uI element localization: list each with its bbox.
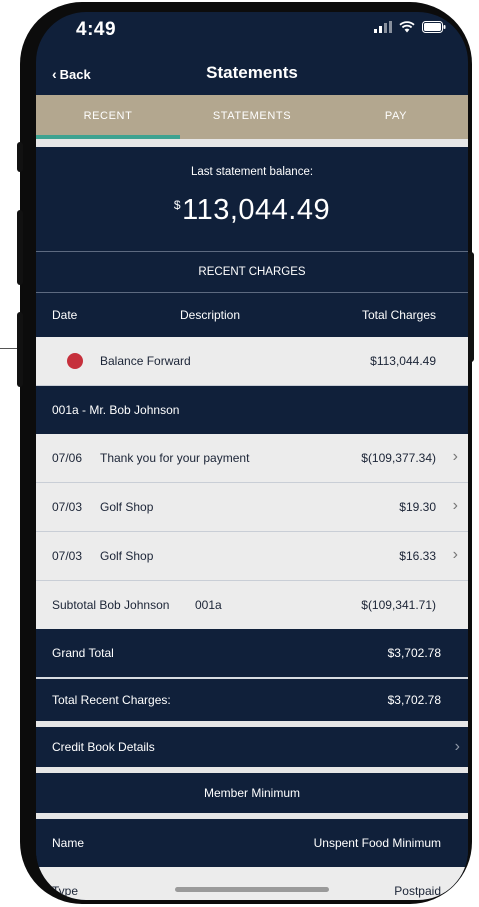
row-amount: $(109,377.34) bbox=[361, 451, 436, 465]
chevron-right-icon: › bbox=[452, 497, 458, 514]
nav-bar: ‹ Back Statements bbox=[36, 56, 468, 94]
total-recent-row: Total Recent Charges: $3,702.78 bbox=[36, 679, 468, 721]
credit-book-row[interactable]: Credit Book Details › bbox=[36, 727, 468, 767]
row-date: 07/06 bbox=[52, 451, 83, 465]
balance-value: 113,044.49 bbox=[182, 194, 331, 226]
wifi-icon bbox=[399, 21, 415, 33]
balance-label: Last statement balance: bbox=[190, 166, 314, 178]
subtotal-label: Subtotal Bob Johnson bbox=[52, 598, 170, 612]
column-description: Description bbox=[180, 308, 241, 322]
member-minimum-type-row: Type Postpaid bbox=[36, 867, 468, 900]
screen: 4:49 ‹ Back Statements RECENT STATEMENTS… bbox=[36, 12, 468, 900]
grand-total-amount: $3,702.78 bbox=[387, 646, 441, 660]
chevron-right-icon: › bbox=[452, 448, 458, 465]
home-indicator[interactable] bbox=[175, 887, 329, 892]
member-minimum-name-row: Name Unspent Food Minimum bbox=[36, 819, 468, 867]
chevron-right-icon: › bbox=[454, 738, 460, 755]
side-button-volume-down bbox=[17, 312, 23, 387]
table-header: Date Description Total Charges bbox=[36, 293, 468, 337]
name-key: Name bbox=[52, 836, 85, 850]
status-icons bbox=[374, 21, 446, 33]
balance-amount: $113,044.49 bbox=[36, 194, 468, 227]
subtotal-amount: $(109,341.71) bbox=[361, 598, 436, 612]
side-button-volume-up bbox=[17, 210, 23, 285]
row-description: Golf Shop bbox=[100, 500, 154, 514]
recent-charges-title: RECENT CHARGES bbox=[36, 252, 468, 292]
table-row[interactable]: 07/03 Golf Shop $19.30 › bbox=[36, 483, 468, 532]
type-value: Postpaid bbox=[394, 884, 441, 898]
balance-forward-amount: $113,044.49 bbox=[370, 354, 436, 368]
tab-recent[interactable]: RECENT bbox=[36, 95, 180, 139]
spacer bbox=[36, 139, 468, 147]
member-minimum-title: Member Minimum bbox=[36, 773, 468, 813]
member-header: 001a - Mr. Bob Johnson bbox=[52, 403, 180, 417]
row-description: Thank you for your payment bbox=[100, 451, 250, 465]
grand-total-label: Grand Total bbox=[52, 646, 114, 660]
chevron-right-icon: › bbox=[452, 546, 458, 563]
subtotal-row: Subtotal Bob Johnson 001a $(109,341.71) bbox=[36, 581, 468, 629]
table-row[interactable]: 07/06 Thank you for your payment $(109,3… bbox=[36, 434, 468, 483]
currency-symbol: $ bbox=[173, 198, 182, 212]
column-date: Date bbox=[52, 308, 78, 322]
clock: 4:49 bbox=[76, 19, 117, 40]
type-key: Type bbox=[52, 884, 79, 898]
name-value: Unspent Food Minimum bbox=[313, 836, 441, 850]
balance-card: Last statement balance: $113,044.49 bbox=[36, 147, 468, 251]
row-date: 07/03 bbox=[52, 500, 83, 514]
credit-book-label: Credit Book Details bbox=[52, 740, 155, 754]
row-amount: $16.33 bbox=[399, 549, 436, 563]
balance-forward-row: Balance Forward $113,044.49 bbox=[36, 337, 468, 386]
subtotal-code: 001a bbox=[195, 598, 222, 612]
content: Last statement balance: $113,044.49 RECE… bbox=[36, 139, 468, 900]
status-bar: 4:49 bbox=[36, 12, 468, 52]
battery-icon bbox=[422, 21, 446, 33]
status-dot bbox=[67, 353, 83, 369]
signal-icon bbox=[374, 21, 392, 33]
row-amount: $19.30 bbox=[399, 500, 436, 514]
tab-pay[interactable]: PAY bbox=[324, 95, 468, 139]
total-recent-label: Total Recent Charges: bbox=[52, 693, 171, 707]
member-header-row: 001a - Mr. Bob Johnson bbox=[36, 386, 468, 434]
balance-forward-label: Balance Forward bbox=[100, 354, 191, 368]
tab-statements[interactable]: STATEMENTS bbox=[180, 95, 324, 139]
row-date: 07/03 bbox=[52, 549, 83, 563]
grand-total-row: Grand Total $3,702.78 bbox=[36, 629, 468, 677]
row-description: Golf Shop bbox=[100, 549, 154, 563]
side-button-power bbox=[468, 252, 474, 362]
tab-bar: RECENT STATEMENTS PAY bbox=[36, 95, 468, 139]
side-button-mute bbox=[17, 142, 23, 172]
column-total: Total Charges bbox=[361, 308, 436, 322]
page-title: Statements bbox=[206, 63, 298, 82]
table-row[interactable]: 07/03 Golf Shop $16.33 › bbox=[36, 532, 468, 581]
total-recent-amount: $3,702.78 bbox=[387, 693, 441, 707]
